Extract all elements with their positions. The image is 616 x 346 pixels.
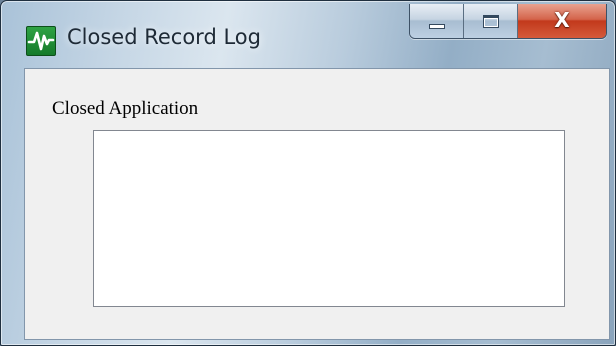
maximize-button[interactable] bbox=[464, 4, 518, 38]
close-icon: X bbox=[554, 8, 570, 32]
close-button[interactable]: X bbox=[518, 4, 606, 38]
closed-application-label: Closed Application bbox=[52, 98, 199, 119]
minimize-button[interactable] bbox=[410, 4, 464, 38]
window-controls: X bbox=[409, 4, 607, 39]
window-title: Closed Record Log bbox=[67, 25, 261, 49]
client-area: Closed Application bbox=[24, 68, 610, 340]
maximize-icon bbox=[482, 14, 499, 28]
title-bar[interactable]: Closed Record Log X bbox=[1, 1, 615, 63]
closed-application-listbox[interactable] bbox=[93, 130, 565, 307]
closed-record-log-window: Closed Record Log X Closed Application bbox=[0, 0, 616, 346]
waveform-app-icon[interactable] bbox=[26, 26, 56, 56]
minimize-icon bbox=[428, 23, 445, 29]
